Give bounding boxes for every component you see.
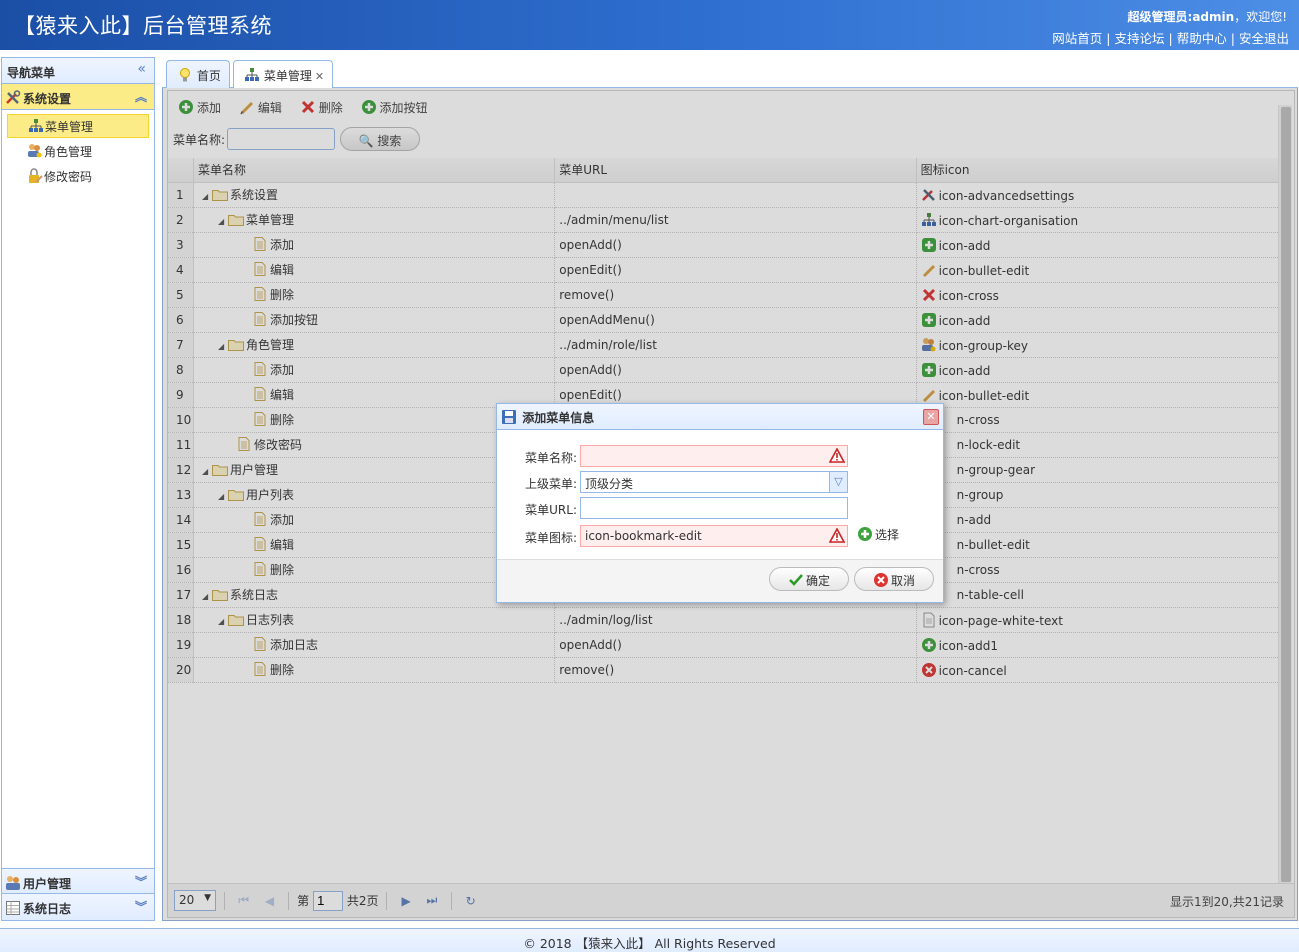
sidebar-item-label: 修改密码 xyxy=(44,170,93,184)
choose-icon-button[interactable]: 选择 xyxy=(857,526,899,543)
dialog-title: 添加菜单信息 xyxy=(522,411,595,425)
sidebar-item-menu-manage[interactable]: 菜单管理 xyxy=(7,114,149,138)
welcome-text: 超级管理员:admin，欢迎您! xyxy=(1128,8,1287,25)
menu-url-field[interactable] xyxy=(580,497,848,519)
confirm-button[interactable]: 确定 xyxy=(769,567,849,591)
check-icon xyxy=(788,572,804,588)
header-links: 网站首页 | 支持论坛 | 帮助中心 | 安全退出 xyxy=(1052,31,1289,46)
sidebar-item-role-manage[interactable]: 角色管理 xyxy=(7,139,149,163)
org-chart-icon xyxy=(244,67,260,83)
confirm-label: 确定 xyxy=(805,574,830,588)
sidebar-group-label: 系统设置 xyxy=(23,92,72,106)
cancel-button[interactable]: 取消 xyxy=(854,567,934,591)
tab-label: 首页 xyxy=(196,69,221,83)
sidebar-item-label: 菜单管理 xyxy=(45,120,94,134)
header: 【猿来入此】后台管理系统 超级管理员:admin，欢迎您! 网站首页 | 支持论坛 |… xyxy=(0,0,1299,50)
expand-down-icon[interactable]: ︾ xyxy=(135,898,147,915)
chevron-down-icon[interactable]: ▽ xyxy=(829,472,847,492)
menu-icon-value: icon-bookmark-edit xyxy=(585,529,702,543)
user-group-icon xyxy=(5,875,21,891)
add-menu-dialog: 添加菜单信息 ✕ 菜单名称: 上级菜单: 顶级分类 ▽ 菜单URL: 菜单图标:… xyxy=(496,403,944,603)
collapse-sidebar-icon[interactable]: « xyxy=(137,61,146,77)
dialog-form: 菜单名称: 上级菜单: 顶级分类 ▽ 菜单URL: 菜单图标: icon-boo… xyxy=(497,430,943,560)
close-tab-icon[interactable]: ✕ xyxy=(315,70,324,83)
welcome-user: 超级管理员:admin xyxy=(1127,10,1235,24)
link-help[interactable]: 帮助中心 xyxy=(1177,31,1227,46)
warning-icon xyxy=(828,527,846,544)
link-logout[interactable]: 安全退出 xyxy=(1239,31,1289,46)
close-icon[interactable]: ✕ xyxy=(923,409,939,425)
parent-menu-select[interactable]: 顶级分类 ▽ xyxy=(580,471,848,493)
sidebar-group-user-manage[interactable]: 用户管理 ︾ xyxy=(2,868,154,894)
group-key-icon xyxy=(27,143,43,159)
lock-edit-icon xyxy=(27,168,43,184)
menu-icon-field[interactable]: icon-bookmark-edit xyxy=(580,525,848,547)
collapse-up-icon[interactable]: ︽ xyxy=(135,88,147,105)
sidebar-group-label: 用户管理 xyxy=(23,877,72,891)
link-site-home[interactable]: 网站首页 xyxy=(1052,31,1102,46)
tab-home[interactable]: 首页 xyxy=(166,60,230,88)
menu-icon-label: 菜单图标: xyxy=(524,531,577,545)
sidebar-title: 导航菜单 xyxy=(7,66,56,80)
save-icon xyxy=(501,409,517,425)
sidebar: 导航菜单 « 系统设置 ︽ 菜单管理 角色管理 修改密码 用户管理 ︾ 系统日志… xyxy=(1,57,155,921)
tab-menu-manage[interactable]: 菜单管理 ✕ xyxy=(233,60,334,89)
add-icon xyxy=(857,526,873,542)
copyright-text: © 2018 【猿来入此】 All Rights Reserved xyxy=(523,936,776,951)
link-forum[interactable]: 支持论坛 xyxy=(1115,31,1165,46)
app-title: 【猿来入此】后台管理系统 xyxy=(14,14,272,38)
sidebar-group-system-settings[interactable]: 系统设置 ︽ xyxy=(2,84,154,110)
warning-icon xyxy=(828,447,846,464)
sidebar-group-body: 菜单管理 角色管理 修改密码 xyxy=(2,110,154,871)
org-chart-icon xyxy=(28,118,44,134)
sidebar-item-label: 角色管理 xyxy=(44,145,93,159)
dialog-footer: 确定 取消 xyxy=(497,560,943,602)
form-row-name: 菜单名称: xyxy=(497,444,943,470)
table-log-icon xyxy=(5,900,21,916)
form-row-parent: 上级菜单: 顶级分类 ▽ xyxy=(497,470,943,496)
menu-name-field[interactable] xyxy=(580,445,848,467)
sidebar-item-change-password[interactable]: 修改密码 xyxy=(7,164,149,188)
parent-menu-value: 顶级分类 xyxy=(585,477,634,491)
sidebar-header: 导航菜单 « xyxy=(2,58,154,84)
parent-menu-label: 上级菜单: xyxy=(524,477,577,491)
sidebar-group-label: 系统日志 xyxy=(23,902,72,916)
settings-tools-icon xyxy=(5,90,21,106)
welcome-suffix: ，欢迎您! xyxy=(1234,10,1287,24)
choose-label: 选择 xyxy=(875,528,900,542)
form-row-icon: 菜单图标: icon-bookmark-edit 选择 xyxy=(497,524,943,550)
expand-down-icon[interactable]: ︾ xyxy=(135,873,147,890)
sidebar-group-system-log[interactable]: 系统日志 ︾ xyxy=(2,894,154,920)
main-tabs: 首页 菜单管理 ✕ xyxy=(162,57,1298,89)
menu-url-label: 菜单URL: xyxy=(525,503,577,517)
menu-name-label: 菜单名称: xyxy=(524,451,577,465)
sidebar-bottom-groups: 用户管理 ︾ 系统日志 ︾ xyxy=(2,868,154,920)
cancel-icon xyxy=(873,572,889,588)
tab-label: 菜单管理 xyxy=(263,69,312,83)
form-row-url: 菜单URL: xyxy=(497,496,943,522)
footer: © 2018 【猿来入此】 All Rights Reserved xyxy=(0,928,1299,952)
cancel-label: 取消 xyxy=(890,574,915,588)
dialog-header: 添加菜单信息 ✕ xyxy=(497,404,943,430)
lightbulb-icon xyxy=(177,67,193,83)
